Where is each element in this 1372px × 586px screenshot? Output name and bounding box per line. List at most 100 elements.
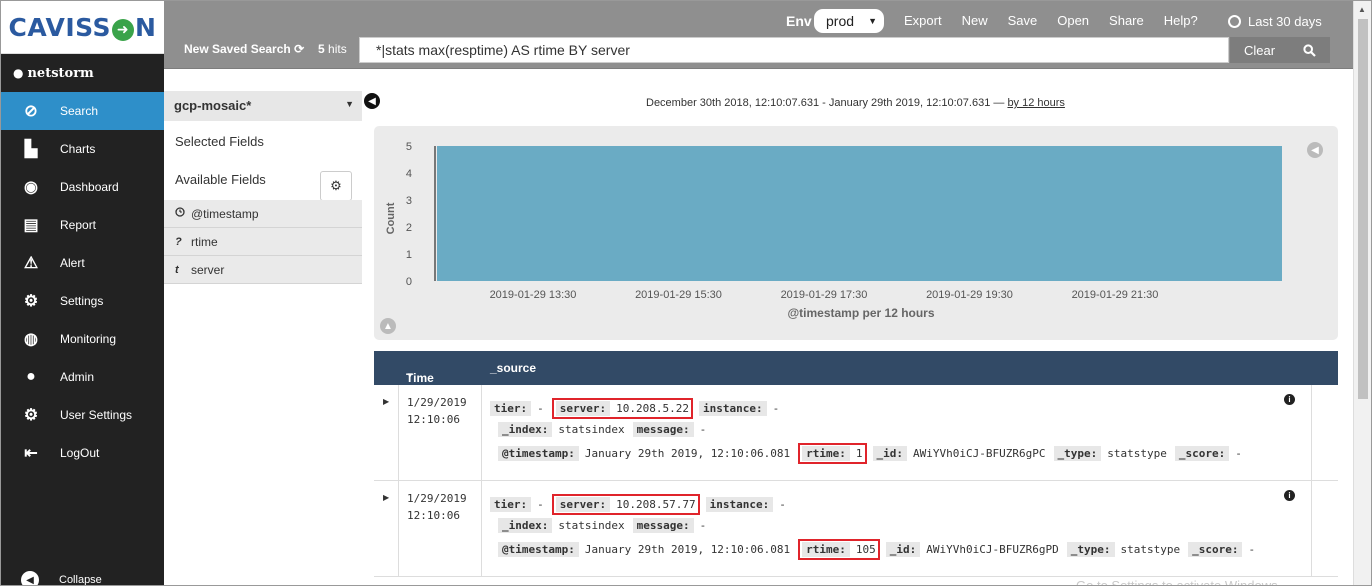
search-icon[interactable] bbox=[1303, 43, 1316, 57]
field-settings-button[interactable]: ⚙ bbox=[320, 171, 352, 201]
hits-label: hits bbox=[328, 42, 347, 56]
info-icon[interactable]: i bbox=[1284, 394, 1295, 405]
menu-new[interactable]: New bbox=[962, 13, 988, 28]
field-name: server bbox=[191, 262, 225, 277]
sidebar-item-alert[interactable]: ⚠ Alert bbox=[1, 244, 164, 282]
index-pattern-select[interactable]: gcp-mosaic* ▼ bbox=[164, 91, 362, 121]
gear-icon: ⚙ bbox=[23, 293, 39, 310]
sidebar-item-report[interactable]: ▤ Report bbox=[1, 206, 164, 244]
sidebar-item-label: Settings bbox=[60, 294, 104, 308]
table-body: ▶ 1/29/2019 12:10:06 i tier: - server: 10.208.5… bbox=[374, 385, 1338, 577]
collapse-panel-icon[interactable]: ◀ bbox=[364, 93, 380, 109]
sidebar-item-monitoring[interactable]: ◍ Monitoring bbox=[1, 320, 164, 358]
sidebar-item-label: Search bbox=[60, 104, 99, 118]
menu-save[interactable]: Save bbox=[1008, 13, 1038, 28]
sidebar-item-search[interactable]: ⊘ Search bbox=[1, 92, 164, 130]
interval-link[interactable]: by 12 hours bbox=[1007, 97, 1064, 109]
table-row[interactable]: ▶ 1/29/2019 12:10:06 i tier: - server: 10.208.5… bbox=[374, 385, 1338, 481]
clear-button[interactable]: Clear bbox=[1230, 37, 1330, 63]
bar-chart-icon: ▙ bbox=[24, 141, 38, 158]
hits-number: 5 bbox=[318, 42, 325, 56]
sidebar-item-label: User Settings bbox=[60, 408, 133, 422]
env-value: prod bbox=[826, 13, 855, 29]
field-key: rtime: bbox=[802, 446, 850, 461]
y-axis-label: Count bbox=[385, 202, 397, 234]
user-gear-icon: ⚙ bbox=[23, 407, 39, 424]
activation-watermark: Go to Settings to activate Windows. bbox=[1076, 578, 1282, 586]
x-tick-label: 2019-01-29 21:30 bbox=[1072, 289, 1159, 301]
field-value: AWiYVh0iCJ-BFUZR6gPD bbox=[926, 543, 1059, 556]
alert-icon: ⚠ bbox=[23, 255, 39, 272]
field-item-rtime[interactable]: ? rtime bbox=[164, 228, 362, 256]
search-query-input[interactable]: *|stats max(resptime) AS rtime BY server bbox=[359, 37, 1229, 63]
sidebar-nav: ⊘ Search ▙ Charts ◉ Dashboard ▤ Report ⚠ Alert ⚙ Se… bbox=[1, 92, 164, 472]
sidebar-item-admin[interactable]: ● Admin bbox=[1, 358, 164, 396]
dashboard-icon: ◉ bbox=[24, 179, 38, 196]
selected-fields-title: Selected Fields bbox=[175, 134, 264, 149]
user-badge[interactable]: ● netstorm bbox=[1, 54, 164, 92]
field-value: 10.208.57.77 bbox=[616, 498, 696, 511]
field-key: server: bbox=[555, 401, 611, 416]
sidebar-item-settings[interactable]: ⚙ Settings bbox=[1, 282, 164, 320]
field-value: statsindex bbox=[558, 519, 625, 532]
info-icon[interactable]: i bbox=[1284, 490, 1295, 501]
field-value: - bbox=[779, 498, 786, 511]
y-tick-label: 0 bbox=[406, 276, 412, 288]
histogram-chart: 0 1 2 3 4 5 Count 2019-01-29 13:30 2019-01-29 15… bbox=[374, 126, 1338, 340]
field-value: - bbox=[1235, 447, 1242, 460]
scroll-up-icon[interactable]: ▲ bbox=[1358, 5, 1366, 14]
time-range-picker[interactable]: Last 30 days bbox=[1228, 14, 1322, 29]
highlight-box: rtime: 105 bbox=[798, 539, 880, 560]
user-icon: ● bbox=[13, 66, 24, 80]
sidebar-item-charts[interactable]: ▙ Charts bbox=[1, 130, 164, 168]
env-label: Env bbox=[786, 13, 812, 29]
expand-row-icon[interactable]: ▶ bbox=[383, 397, 389, 406]
sidebar-item-label: Admin bbox=[60, 370, 95, 384]
field-item-server[interactable]: t server bbox=[164, 256, 362, 284]
env-select[interactable]: prod ▼ bbox=[814, 9, 884, 33]
column-divider bbox=[481, 481, 482, 576]
field-key: _type: bbox=[1066, 542, 1115, 557]
row-clock: 12:10:06 bbox=[407, 509, 460, 522]
expand-row-icon[interactable]: ▶ bbox=[383, 493, 389, 502]
row-clock: 12:10:06 bbox=[407, 413, 460, 426]
sidebar: CAVISS ➜ N ● netstorm ⊘ Search ▙ Charts ◉ Dashb… bbox=[1, 1, 164, 585]
sidebar-item-label: Dashboard bbox=[60, 180, 119, 194]
sidebar-item-user-settings[interactable]: ⚙ User Settings bbox=[1, 396, 164, 434]
sidebar-item-logout[interactable]: ⇤ LogOut bbox=[1, 434, 164, 472]
menu-open[interactable]: Open bbox=[1057, 13, 1089, 28]
scrollbar-thumb[interactable] bbox=[1358, 19, 1368, 399]
app-window: CAVISS ➜ N ● netstorm ⊘ Search ▙ Charts ◉ Dashb… bbox=[0, 0, 1372, 586]
caret-down-icon: ▼ bbox=[868, 16, 877, 26]
page-scrollbar[interactable]: ▲ bbox=[1353, 1, 1371, 585]
new-saved-search-button[interactable]: New Saved Search ⟳ bbox=[184, 42, 304, 56]
x-axis-label: @timestamp per 12 hours bbox=[787, 306, 934, 320]
logo-arrow-icon: ➜ bbox=[112, 18, 135, 41]
collapse-button[interactable]: ◀ Collapse bbox=[21, 571, 102, 585]
field-value: 10.208.5.22 bbox=[616, 402, 689, 415]
histogram-bar[interactable] bbox=[437, 146, 1282, 281]
table-row[interactable]: ▶ 1/29/2019 12:10:06 i tier: - server: 10.208.5… bbox=[374, 481, 1338, 577]
field-key: @timestamp: bbox=[498, 542, 579, 557]
chart-collapse-icon[interactable]: ▲ bbox=[380, 318, 396, 334]
field-key: message: bbox=[632, 518, 694, 533]
user-icon: ● bbox=[26, 368, 36, 385]
menu-share[interactable]: Share bbox=[1109, 13, 1144, 28]
menu-export[interactable]: Export bbox=[904, 13, 942, 28]
row-time: 1/29/2019 12:10:06 bbox=[407, 490, 467, 524]
index-pattern-value: gcp-mosaic* bbox=[174, 98, 252, 113]
field-key: _index: bbox=[498, 518, 553, 533]
field-key: @timestamp: bbox=[498, 446, 579, 461]
column-divider bbox=[1311, 481, 1312, 576]
field-item-timestamp[interactable]: @timestamp bbox=[164, 200, 362, 228]
menu-help[interactable]: Help? bbox=[1164, 13, 1198, 28]
field-key: tier: bbox=[490, 497, 532, 512]
field-value: - bbox=[537, 498, 544, 511]
available-fields-title: Available Fields bbox=[175, 172, 266, 187]
sidebar-item-dashboard[interactable]: ◉ Dashboard bbox=[1, 168, 164, 206]
compass-icon: ⊘ bbox=[24, 103, 38, 120]
report-icon: ▤ bbox=[23, 217, 39, 234]
source-column-header: _source bbox=[490, 361, 537, 375]
x-tick-label: 2019-01-29 15:30 bbox=[635, 289, 722, 301]
chart-next-icon[interactable]: ◀ bbox=[1307, 142, 1323, 158]
